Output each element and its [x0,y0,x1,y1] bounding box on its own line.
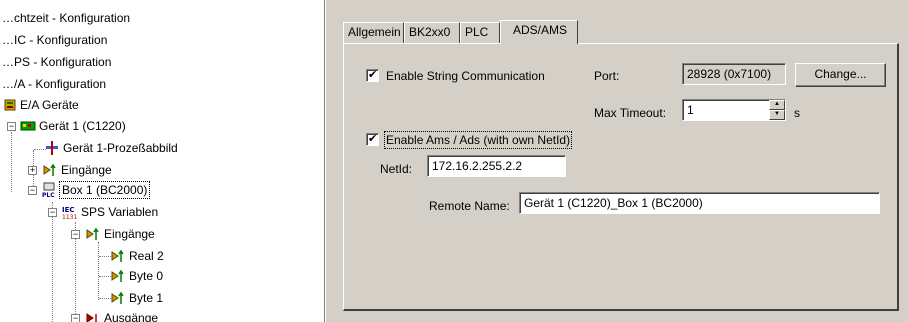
inputs-icon [43,163,56,176]
change-button[interactable]: Change... [795,63,886,87]
svg-text:PLC: PLC [42,192,55,198]
device-card-icon [20,121,36,131]
tree-item-label: Byte 1 [129,291,164,305]
remote-name-input[interactable]: Gerät 1 (C1220)_Box 1 (BC2000) [519,192,880,214]
spin-down-icon[interactable]: ▼ [769,110,785,120]
tree-item-io-devices[interactable]: E/A Geräte [0,95,81,115]
tree-item-label: …IC - Konfiguration [2,33,108,47]
tree-item-label: Gerät 1 (C1220) [39,119,126,133]
tree-item-nc-config[interactable]: …IC - Konfiguration [0,30,109,50]
tree-item-inputs[interactable]: + Eingänge [0,160,114,180]
max-timeout-label: Max Timeout: [594,106,667,120]
enable-string-label: Enable String Communication [386,69,545,83]
tree-item-label: Box 1 (BC2000) [59,181,151,199]
process-image-icon [46,141,58,155]
tree-item-label: SPS Variablen [81,205,159,219]
expand-icon[interactable]: + [28,166,37,175]
tab-allgemein[interactable]: Allgemein [343,22,404,43]
max-timeout-unit: s [794,106,800,120]
tree-item-label: Gerät 1-Prozeßabbild [63,141,178,155]
device-tree[interactable]: …chtzeit - Konfiguration …IC - Konfigura… [0,0,325,322]
enable-ams-checkbox[interactable] [366,132,379,146]
max-timeout-spinner[interactable]: ▲ ▼ [769,100,785,120]
iec-variables-icon: IEC 1131 [62,206,77,220]
remote-name-label: Remote Name: [429,199,510,213]
tree-item-plc-variables[interactable]: − IEC 1131 SPS Variablen [0,202,160,222]
tree-item-label: Eingänge [104,227,155,241]
outputs-icon [86,313,98,322]
collapse-icon[interactable]: − [48,208,57,217]
svg-text:1131: 1131 [62,214,77,220]
plc-box-icon: PLC [42,182,55,198]
tree-item-label: …chtzeit - Konfiguration [2,11,131,25]
io-devices-icon [4,99,16,111]
tree-item-plc-inputs[interactable]: − Eingänge [0,224,157,244]
collapse-icon[interactable]: − [71,314,80,322]
collapse-icon[interactable]: − [71,230,80,239]
tree-item-label: Real 2 [129,249,164,263]
svg-text:IEC: IEC [62,206,75,214]
tree-item-process-image[interactable]: Gerät 1-Prozeßabbild [0,138,180,158]
input-variable-icon [111,291,124,304]
spin-up-icon[interactable]: ▲ [769,100,785,110]
tab-ads-ams[interactable]: ADS/AMS [500,20,578,44]
tree-item-label: …PS - Konfiguration [2,55,112,69]
tree-item-label: E/A Geräte [20,98,79,112]
tree-item-box-1[interactable]: − PLC Box 1 (BC2000) [0,180,151,200]
tree-item-device-1[interactable]: − Gerät 1 (C1220) [0,116,128,136]
tree-item-plc-config[interactable]: …PS - Konfiguration [0,52,113,72]
collapse-icon[interactable]: − [28,186,37,195]
tree-item-byte-1[interactable]: Byte 1 [0,288,165,308]
tree-item-label: Byte 0 [129,269,164,283]
ads-ams-tab-panel: Enable String Communication Port: 28928 … [343,43,899,311]
enable-ams-label: Enable Ams / Ads (with own NetId) [384,131,573,149]
tree-item-byte-0[interactable]: Byte 0 [0,266,165,286]
collapse-icon[interactable]: − [7,122,16,131]
inputs-icon [86,227,99,240]
tree-item-realtime-config[interactable]: …chtzeit - Konfiguration [0,8,132,28]
netid-label: NetId: [380,162,413,176]
port-field: 28928 (0x7100) [682,63,786,85]
tree-item-real-2[interactable]: Real 2 [0,246,166,266]
tree-item-label: Ausgänge [104,311,159,322]
pane-splitter[interactable] [325,0,335,322]
netid-input[interactable]: 172.16.2.255.2.2 [427,155,566,177]
enable-string-checkbox[interactable] [366,68,379,82]
port-label: Port: [594,69,620,83]
tree-item-io-config[interactable]: …/A - Konfiguration [0,74,108,94]
input-variable-icon [111,269,124,282]
tab-bk2xx0[interactable]: BK2xx0 [404,22,460,43]
input-variable-icon [111,249,124,262]
tree-item-outputs[interactable]: − Ausgänge [0,308,160,322]
tree-item-label: …/A - Konfiguration [2,77,107,91]
tree-item-label: Eingänge [61,163,112,177]
properties-panel: Allgemein BK2xx0 PLC ADS/AMS Enable Stri… [335,0,908,322]
tab-plc[interactable]: PLC [460,22,500,43]
